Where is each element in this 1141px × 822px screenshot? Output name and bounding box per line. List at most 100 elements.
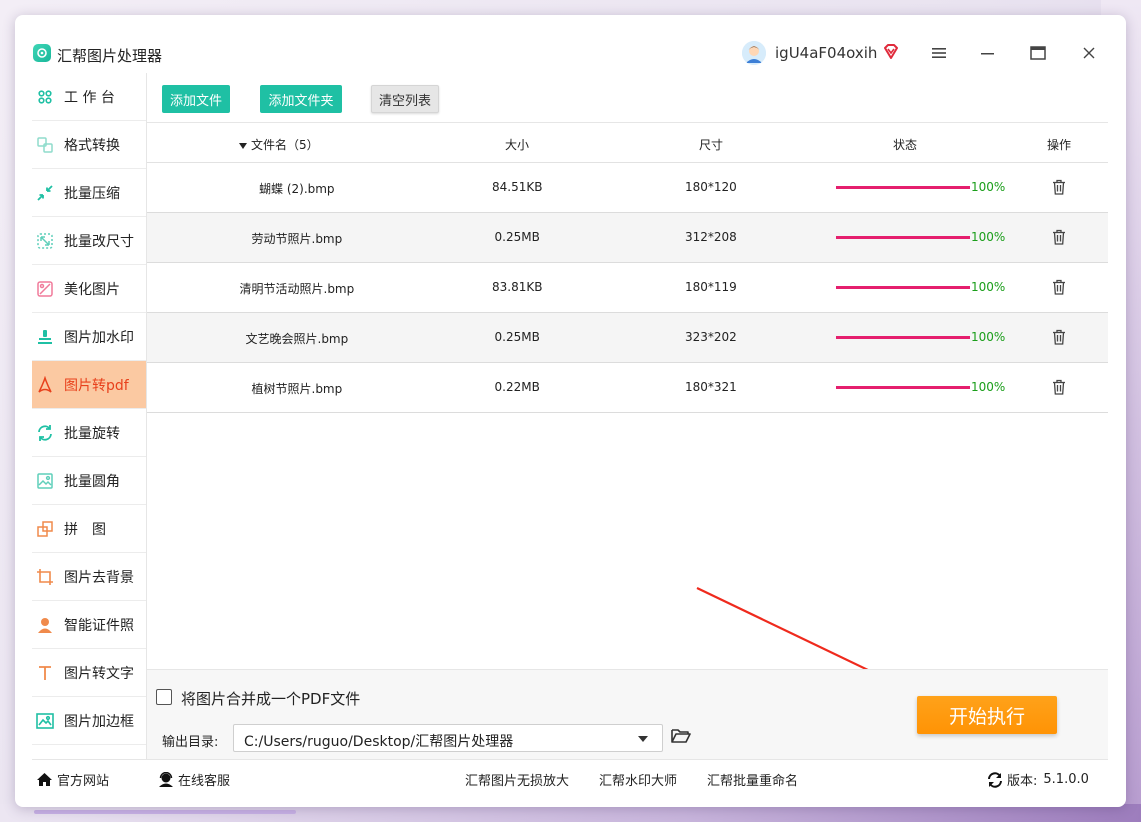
file-dims-cell: 180*119 <box>685 280 737 294</box>
start-button[interactable]: 开始执行 <box>917 696 1057 734</box>
status-bar: 官方网站 在线客服 汇帮图片无损放大 汇帮水印大师 汇帮批量重命名 版本: 5.… <box>32 759 1108 793</box>
merge-pdf-checkbox[interactable] <box>156 689 172 705</box>
progress-fill <box>836 286 970 289</box>
compress-icon <box>36 184 54 202</box>
menu-icon[interactable] <box>929 43 949 63</box>
delete-icon[interactable] <box>1052 179 1066 195</box>
delete-icon[interactable] <box>1052 279 1066 295</box>
round-corner-icon <box>36 472 54 490</box>
refresh-icon <box>988 771 1002 788</box>
header-dims: 尺寸 <box>699 138 724 152</box>
sidebar-item-label: 拼 图 <box>64 521 106 538</box>
file-size-cell: 0.25MB <box>494 230 540 244</box>
sidebar-item-workbench[interactable]: 工 作 台 <box>32 73 146 121</box>
maximize-icon[interactable] <box>1028 43 1048 63</box>
watermark-icon <box>36 328 54 346</box>
link-lossless-upscale[interactable]: 汇帮图片无损放大 <box>465 770 569 789</box>
app-logo-icon <box>33 44 51 62</box>
sidebar-item-label: 智能证件照 <box>64 617 134 634</box>
app-title: 汇帮图片处理器 <box>57 47 163 65</box>
link-batch-rename[interactable]: 汇帮批量重命名 <box>707 770 798 789</box>
taskbar-indicator <box>34 810 296 814</box>
sidebar: 工 作 台 格式转换 批量压缩 批量改尺寸 美化图片 图片加水印 图片转pdf <box>32 73 147 759</box>
clear-list-button[interactable]: 清空列表 <box>371 85 439 113</box>
crop-icon <box>36 568 54 586</box>
file-name-cell: 文艺晚会照片.bmp <box>245 332 349 346</box>
progress-bar <box>836 236 970 239</box>
sidebar-item-round-corner[interactable]: 批量圆角 <box>32 457 146 505</box>
progress-bar <box>836 336 970 339</box>
header-status: 状态 <box>893 138 918 152</box>
table-row[interactable]: 清明节活动照片.bmp 83.81KB 180*119 100% <box>147 263 1108 313</box>
beautify-icon <box>36 280 54 298</box>
sidebar-item-label: 图片转文字 <box>64 665 134 682</box>
online-support-link[interactable]: 在线客服 <box>158 770 230 789</box>
delete-icon[interactable] <box>1052 379 1066 395</box>
pdf-icon <box>36 375 54 394</box>
sidebar-item-compress[interactable]: 批量压缩 <box>32 169 146 217</box>
file-table: 文件名（5） 大小 尺寸 状态 操作 蝴蝶 (2).bmp 84.51KB 180*… <box>147 123 1108 413</box>
progress-percent: 100% <box>971 330 1006 344</box>
file-size-cell: 0.25MB <box>494 330 540 344</box>
header-filename[interactable]: 文件名（5） <box>239 136 319 153</box>
table-row[interactable]: 植树节照片.bmp 0.22MB 180*321 100% <box>147 363 1108 413</box>
vip-diamond-icon[interactable] <box>882 43 900 61</box>
header-ops: 操作 <box>1047 138 1072 152</box>
progress-fill <box>836 236 970 239</box>
sidebar-item-id-photo[interactable]: 智能证件照 <box>32 601 146 649</box>
sidebar-item-pdf[interactable]: 图片转pdf <box>32 361 146 409</box>
avatar[interactable] <box>742 41 766 65</box>
table-row[interactable]: 劳动节照片.bmp 0.25MB 312*208 100% <box>147 213 1108 263</box>
file-dims-cell: 323*202 <box>685 330 737 344</box>
file-name-cell: 劳动节照片.bmp <box>251 232 343 246</box>
sidebar-item-collage[interactable]: 拼 图 <box>32 505 146 553</box>
progress-bar <box>836 186 970 189</box>
format-convert-icon <box>36 136 54 154</box>
sidebar-item-format-convert[interactable]: 格式转换 <box>32 121 146 169</box>
progress-fill <box>836 186 970 189</box>
sidebar-item-label: 图片转pdf <box>64 377 129 394</box>
delete-icon[interactable] <box>1052 229 1066 245</box>
sidebar-item-rotate[interactable]: 批量旋转 <box>32 409 146 457</box>
table-row[interactable]: 蝴蝶 (2).bmp 84.51KB 180*120 100% <box>147 163 1108 213</box>
username[interactable]: igU4aF04oxih <box>775 44 877 62</box>
add-folder-button[interactable]: 添加文件夹 <box>260 85 342 113</box>
file-size-cell: 84.51KB <box>492 180 543 194</box>
support-agent-icon <box>159 772 173 787</box>
person-icon <box>36 616 54 634</box>
official-website-link[interactable]: 官方网站 <box>36 770 109 789</box>
version-info[interactable]: 版本: 5.1.0.0 <box>987 770 1089 789</box>
sidebar-item-resize[interactable]: 批量改尺寸 <box>32 217 146 265</box>
progress-fill <box>836 386 970 389</box>
sidebar-item-border[interactable]: 图片加边框 <box>32 697 146 745</box>
sort-desc-icon <box>239 142 247 149</box>
collage-icon <box>36 520 54 538</box>
sidebar-item-ocr[interactable]: 图片转文字 <box>32 649 146 697</box>
file-name-cell: 蝴蝶 (2).bmp <box>259 182 335 196</box>
merge-pdf-label[interactable]: 将图片合并成一个PDF文件 <box>181 688 360 709</box>
progress-percent: 100% <box>971 280 1006 294</box>
progress-percent: 100% <box>971 230 1006 244</box>
file-dims-cell: 180*321 <box>685 380 737 394</box>
resize-icon <box>36 232 54 250</box>
link-watermark-master[interactable]: 汇帮水印大师 <box>599 770 677 789</box>
sidebar-item-label: 工 作 台 <box>64 89 115 106</box>
progress-fill <box>836 336 970 339</box>
output-dir-select[interactable]: C:/Users/ruguo/Desktop/汇帮图片处理器 <box>233 724 663 752</box>
home-icon <box>37 773 52 786</box>
output-dir-value: C:/Users/ruguo/Desktop/汇帮图片处理器 <box>244 734 514 750</box>
sidebar-item-beautify[interactable]: 美化图片 <box>32 265 146 313</box>
folder-open-icon[interactable] <box>671 727 691 745</box>
frame-icon <box>36 712 54 730</box>
header-size: 大小 <box>505 138 530 152</box>
delete-icon[interactable] <box>1052 329 1066 345</box>
output-dir-label: 输出目录: <box>162 735 219 750</box>
sidebar-item-label: 批量旋转 <box>64 425 120 442</box>
close-icon[interactable] <box>1079 43 1099 63</box>
minimize-icon[interactable] <box>978 43 998 63</box>
rotate-icon <box>36 424 54 442</box>
table-row[interactable]: 文艺晚会照片.bmp 0.25MB 323*202 100% <box>147 313 1108 363</box>
sidebar-item-remove-bg[interactable]: 图片去背景 <box>32 553 146 601</box>
add-file-button[interactable]: 添加文件 <box>162 85 230 113</box>
sidebar-item-watermark[interactable]: 图片加水印 <box>32 313 146 361</box>
